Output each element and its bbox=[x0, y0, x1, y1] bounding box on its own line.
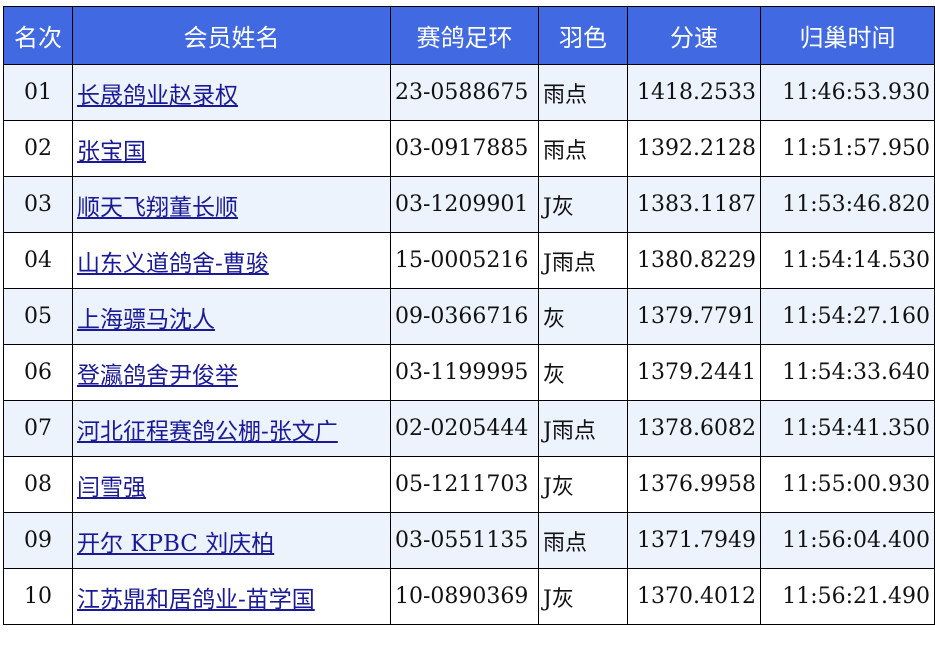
speed-cell: 1383.1187 bbox=[627, 176, 761, 233]
feather-color-cell: 雨点 bbox=[538, 120, 628, 177]
rank-cell: 07 bbox=[3, 400, 73, 457]
table-row: 04 山东义道鸽舍-曹骏 15-0005216 J雨点 1380.8229 11… bbox=[3, 232, 935, 289]
speed-cell: 1370.4012 bbox=[627, 568, 761, 625]
table-header: 名次 会员姓名 赛鸽足环 羽色 分速 归巢时间 bbox=[3, 6, 935, 65]
rank-cell: 06 bbox=[3, 344, 73, 401]
table-row: 02 张宝国 03-0917885 雨点 1392.2128 11:51:57.… bbox=[3, 120, 935, 177]
member-name-link[interactable]: 开尔 KPBC 刘庆柏 bbox=[77, 531, 274, 557]
member-name-link[interactable]: 山东义道鸽舍-曹骏 bbox=[77, 251, 269, 277]
ring-number-cell: 05-1211703 bbox=[390, 456, 539, 513]
rank-cell: 04 bbox=[3, 232, 73, 289]
speed-cell: 1392.2128 bbox=[627, 120, 761, 177]
member-name-link[interactable]: 长晟鸽业赵录权 bbox=[77, 83, 238, 109]
member-name-link[interactable]: 上海骠马沈人 bbox=[77, 307, 215, 333]
table-row: 01 长晟鸽业赵录权 23-0588675 雨点 1418.2533 11:46… bbox=[3, 64, 935, 121]
table-row: 05 上海骠马沈人 09-0366716 灰 1379.7791 11:54:2… bbox=[3, 288, 935, 345]
speed-cell: 1379.7791 bbox=[627, 288, 761, 345]
header-ring-number: 赛鸽足环 bbox=[390, 6, 539, 65]
header-row: 名次 会员姓名 赛鸽足环 羽色 分速 归巢时间 bbox=[3, 6, 935, 65]
member-name-cell: 张宝国 bbox=[72, 120, 391, 177]
table-row: 07 河北征程赛鸽公棚-张文广 02-0205444 J雨点 1378.6082… bbox=[3, 400, 935, 457]
return-time-cell: 11:54:33.640 bbox=[760, 344, 935, 401]
ring-number-cell: 03-1199995 bbox=[390, 344, 539, 401]
return-time-cell: 11:53:46.820 bbox=[760, 176, 935, 233]
member-name-cell: 上海骠马沈人 bbox=[72, 288, 391, 345]
feather-color-cell: 灰 bbox=[538, 288, 628, 345]
speed-cell: 1376.9958 bbox=[627, 456, 761, 513]
member-name-link[interactable]: 江苏鼎和居鸽业-苗学国 bbox=[77, 587, 315, 613]
member-name-cell: 开尔 KPBC 刘庆柏 bbox=[72, 512, 391, 569]
header-member-name: 会员姓名 bbox=[72, 6, 391, 65]
member-name-cell: 山东义道鸽舍-曹骏 bbox=[72, 232, 391, 289]
speed-cell: 1380.8229 bbox=[627, 232, 761, 289]
feather-color-cell: J灰 bbox=[538, 456, 628, 513]
ring-number-cell: 03-1209901 bbox=[390, 176, 539, 233]
table-body: 01 长晟鸽业赵录权 23-0588675 雨点 1418.2533 11:46… bbox=[3, 64, 935, 625]
rank-cell: 05 bbox=[3, 288, 73, 345]
member-name-cell: 闫雪强 bbox=[72, 456, 391, 513]
speed-cell: 1379.2441 bbox=[627, 344, 761, 401]
return-time-cell: 11:54:14.530 bbox=[760, 232, 935, 289]
header-feather-color: 羽色 bbox=[538, 6, 628, 65]
feather-color-cell: 雨点 bbox=[538, 64, 628, 121]
rank-cell: 03 bbox=[3, 176, 73, 233]
return-time-cell: 11:54:27.160 bbox=[760, 288, 935, 345]
member-name-link[interactable]: 张宝国 bbox=[77, 139, 146, 165]
rank-cell: 02 bbox=[3, 120, 73, 177]
member-name-link[interactable]: 河北征程赛鸽公棚-张文广 bbox=[77, 419, 338, 445]
table-row: 08 闫雪强 05-1211703 J灰 1376.9958 11:55:00.… bbox=[3, 456, 935, 513]
ring-number-cell: 02-0205444 bbox=[390, 400, 539, 457]
table-row: 09 开尔 KPBC 刘庆柏 03-0551135 雨点 1371.7949 1… bbox=[3, 512, 935, 569]
ring-number-cell: 10-0890369 bbox=[390, 568, 539, 625]
return-time-cell: 11:55:00.930 bbox=[760, 456, 935, 513]
rank-cell: 09 bbox=[3, 512, 73, 569]
return-time-cell: 11:54:41.350 bbox=[760, 400, 935, 457]
ring-number-cell: 09-0366716 bbox=[390, 288, 539, 345]
table-row: 03 顺天飞翔董长顺 03-1209901 J灰 1383.1187 11:53… bbox=[3, 176, 935, 233]
table-row: 10 江苏鼎和居鸽业-苗学国 10-0890369 J灰 1370.4012 1… bbox=[3, 568, 935, 625]
member-name-link[interactable]: 闫雪强 bbox=[77, 475, 146, 501]
speed-cell: 1371.7949 bbox=[627, 512, 761, 569]
feather-color-cell: J雨点 bbox=[538, 232, 628, 289]
return-time-cell: 11:56:04.400 bbox=[760, 512, 935, 569]
feather-color-cell: J灰 bbox=[538, 568, 628, 625]
rank-cell: 01 bbox=[3, 64, 73, 121]
speed-cell: 1378.6082 bbox=[627, 400, 761, 457]
member-name-cell: 河北征程赛鸽公棚-张文广 bbox=[72, 400, 391, 457]
header-return-time: 归巢时间 bbox=[760, 6, 935, 65]
feather-color-cell: 雨点 bbox=[538, 512, 628, 569]
speed-cell: 1418.2533 bbox=[627, 64, 761, 121]
race-results-table: 名次 会员姓名 赛鸽足环 羽色 分速 归巢时间 01 长晟鸽业赵录权 23-05… bbox=[3, 6, 935, 625]
member-name-cell: 江苏鼎和居鸽业-苗学国 bbox=[72, 568, 391, 625]
member-name-cell: 登瀛鸽舍尹俊举 bbox=[72, 344, 391, 401]
ring-number-cell: 03-0917885 bbox=[390, 120, 539, 177]
member-name-cell: 顺天飞翔董长顺 bbox=[72, 176, 391, 233]
member-name-cell: 长晟鸽业赵录权 bbox=[72, 64, 391, 121]
header-speed: 分速 bbox=[627, 6, 761, 65]
member-name-link[interactable]: 登瀛鸽舍尹俊举 bbox=[77, 363, 238, 389]
rank-cell: 08 bbox=[3, 456, 73, 513]
ring-number-cell: 03-0551135 bbox=[390, 512, 539, 569]
feather-color-cell: J雨点 bbox=[538, 400, 628, 457]
table-row: 06 登瀛鸽舍尹俊举 03-1199995 灰 1379.2441 11:54:… bbox=[3, 344, 935, 401]
member-name-link[interactable]: 顺天飞翔董长顺 bbox=[77, 195, 238, 221]
return-time-cell: 11:56:21.490 bbox=[760, 568, 935, 625]
return-time-cell: 11:51:57.950 bbox=[760, 120, 935, 177]
rank-cell: 10 bbox=[3, 568, 73, 625]
header-rank: 名次 bbox=[3, 6, 73, 65]
feather-color-cell: 灰 bbox=[538, 344, 628, 401]
feather-color-cell: J灰 bbox=[538, 176, 628, 233]
ring-number-cell: 23-0588675 bbox=[390, 64, 539, 121]
ring-number-cell: 15-0005216 bbox=[390, 232, 539, 289]
return-time-cell: 11:46:53.930 bbox=[760, 64, 935, 121]
